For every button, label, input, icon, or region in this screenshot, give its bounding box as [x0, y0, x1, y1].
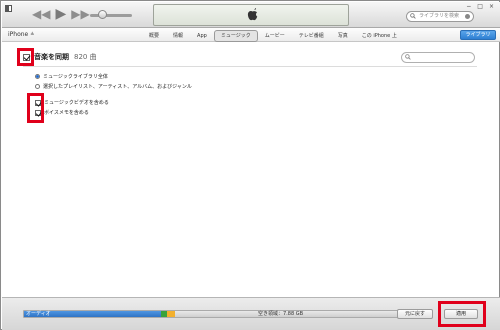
option-include-videos[interactable]: ミュージックビデオを含める [35, 99, 109, 106]
entire-library-label: ミュージックライブラリ全体 [43, 74, 108, 80]
device-name: iPhone [8, 31, 29, 38]
app-menu-icon[interactable] [5, 5, 12, 12]
device-tabs: 概要 情報 App ミュージック ムービー テレビ番組 写真 この iPhone… [142, 30, 404, 42]
tab-movies[interactable]: ムービー [258, 30, 292, 42]
highlight-sync-checkbox [17, 48, 34, 66]
music-filter-search[interactable] [401, 52, 475, 63]
tab-photos[interactable]: 写真 [331, 30, 355, 42]
library-button[interactable]: ライブラリ [460, 30, 496, 40]
tab-on-this-iphone[interactable]: この iPhone 上 [355, 30, 404, 42]
library-search-placeholder: ライブラリを検索 [419, 13, 460, 19]
capacity-audio-label: オーディオ [26, 311, 51, 317]
apple-logo-icon [247, 8, 258, 21]
tab-summary[interactable]: 概要 [142, 30, 166, 42]
revert-button[interactable]: 元に戻す [397, 309, 433, 319]
capacity-bar: オーディオ 空き領域：7.88 GB [23, 310, 421, 318]
include-voice-memos-label: ボイスメモを含める [44, 110, 89, 116]
highlight-include-checkboxes [27, 93, 44, 123]
window-controls: − □ × [466, 3, 494, 11]
highlight-apply-button [438, 301, 486, 327]
selected-items-label: 選択したプレイリスト、アーティスト、アルバム、およびジャンル [43, 84, 192, 90]
volume-slider[interactable] [90, 10, 132, 19]
tab-tv-shows[interactable]: テレビ番組 [292, 30, 331, 42]
sync-music-row: 音楽を同期 820 曲 [23, 51, 97, 63]
tab-apps[interactable]: App [190, 30, 214, 42]
minimize-button[interactable]: − [466, 3, 471, 11]
entire-library-radio[interactable] [35, 74, 40, 79]
capacity-photos-segment [167, 311, 175, 317]
song-count: 820 曲 [74, 53, 97, 61]
library-search-input[interactable]: ライブラリを検索 [406, 11, 474, 22]
selected-items-radio[interactable] [35, 84, 40, 89]
capacity-free-label: 空き領域：7.88 GB [258, 311, 304, 317]
option-entire-library[interactable]: ミュージックライブラリ全体 [35, 73, 108, 80]
capacity-audio-segment: オーディオ [24, 311, 161, 317]
volume-knob[interactable] [98, 10, 108, 19]
maximize-button[interactable]: □ [477, 3, 483, 11]
tab-music[interactable]: ミュージック [213, 30, 258, 42]
next-track-button[interactable]: ▶▶ [71, 7, 89, 21]
tab-info[interactable]: 情報 [166, 30, 190, 42]
option-selected-items[interactable]: 選択したプレイリスト、アーティスト、アルバム、およびジャンル [35, 83, 192, 90]
play-button[interactable]: ▶ [55, 7, 66, 21]
device-navbar: iPhone ≜ 概要 情報 App ミュージック ムービー テレビ番組 写真 こ… [2, 28, 500, 42]
itunes-window: ◀◀ ▶ ▶▶ ライブラリを検索 − □ × iPhone ≜ 概要 情報 Ap… [0, 0, 500, 330]
section-divider [23, 66, 477, 67]
include-videos-label: ミュージックビデオを含める [44, 100, 109, 106]
transport-controls: ◀◀ ▶ ▶▶ [32, 7, 90, 21]
eject-icon[interactable]: ≜ [30, 32, 34, 38]
search-icon [405, 54, 411, 60]
sync-music-label: 音楽を同期 [34, 53, 69, 61]
previous-track-button[interactable]: ◀◀ [32, 7, 50, 21]
player-toolbar: ◀◀ ▶ ▶▶ ライブラリを検索 − □ × [2, 2, 500, 28]
now-playing-display [153, 4, 349, 26]
search-icon [410, 13, 416, 19]
close-button[interactable]: × [489, 3, 494, 11]
clear-search-icon[interactable] [465, 14, 470, 19]
device-label[interactable]: iPhone ≜ [8, 31, 34, 38]
